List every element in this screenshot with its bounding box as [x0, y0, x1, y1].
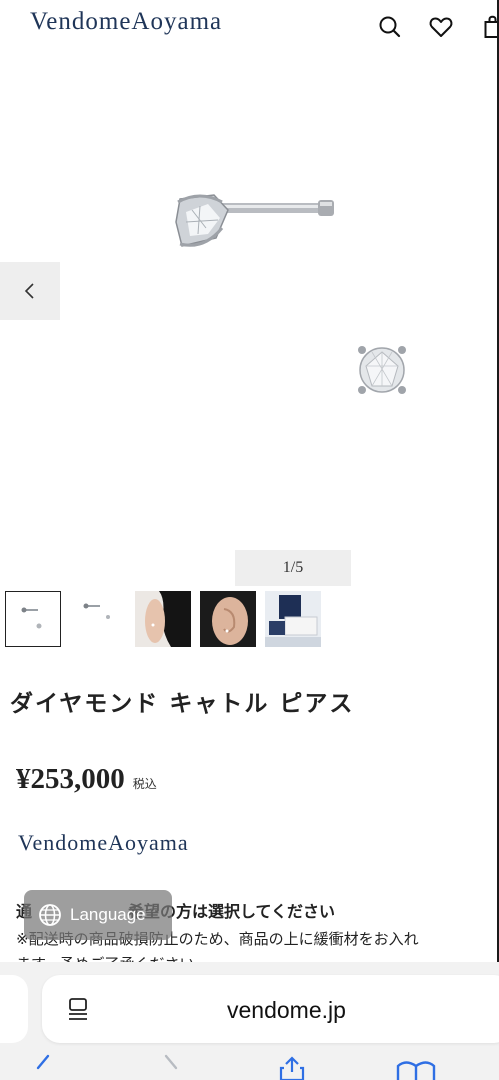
- chevron-left-icon: [24, 283, 34, 299]
- bookmarks-icon[interactable]: [396, 1060, 436, 1080]
- site-header: VendomeAoyama: [0, 0, 499, 52]
- browser-bottom-bar: vendome.jp: [0, 962, 499, 1080]
- thumbnail-1[interactable]: [5, 591, 61, 647]
- brand-name-link[interactable]: VendomeAoyama: [18, 830, 189, 856]
- product-title: ダイヤモンド キャトル ピアス: [10, 691, 355, 717]
- language-button[interactable]: Language: [24, 890, 172, 940]
- product-image: [175, 194, 406, 394]
- tax-label: 税込: [132, 777, 157, 791]
- globe-icon: [39, 904, 61, 926]
- previous-tab-preview[interactable]: [0, 975, 28, 1043]
- thumbnail-4[interactable]: [200, 591, 256, 647]
- search-icon[interactable]: [377, 14, 403, 40]
- back-icon[interactable]: [30, 1054, 54, 1080]
- heart-icon[interactable]: [428, 14, 454, 40]
- image-counter: 1/5: [235, 550, 351, 586]
- language-label: Language: [70, 905, 146, 924]
- share-icon[interactable]: [278, 1056, 306, 1080]
- thumbnail-5[interactable]: [265, 591, 321, 647]
- thumbnail-image: [70, 591, 126, 647]
- url-text: vendome.jp: [227, 997, 346, 1023]
- thumbnail-image: [135, 591, 191, 647]
- thumbnail-image: [6, 592, 60, 646]
- price-value: ¥253,000: [16, 763, 125, 795]
- previous-image-button[interactable]: [0, 262, 60, 320]
- thumbnail-2[interactable]: [70, 591, 126, 647]
- thumbnail-image: [265, 591, 321, 647]
- reader-view-icon[interactable]: [66, 997, 90, 1023]
- product-image-gallery[interactable]: 1/5: [0, 52, 497, 587]
- brand-logo[interactable]: VendomeAoyama: [30, 8, 222, 36]
- thumbnail-image: [200, 591, 256, 647]
- address-bar[interactable]: vendome.jp: [42, 975, 499, 1043]
- forward-icon[interactable]: [160, 1054, 184, 1080]
- thumbnail-3[interactable]: [135, 591, 191, 647]
- product-price: ¥253,000 税込: [16, 763, 157, 796]
